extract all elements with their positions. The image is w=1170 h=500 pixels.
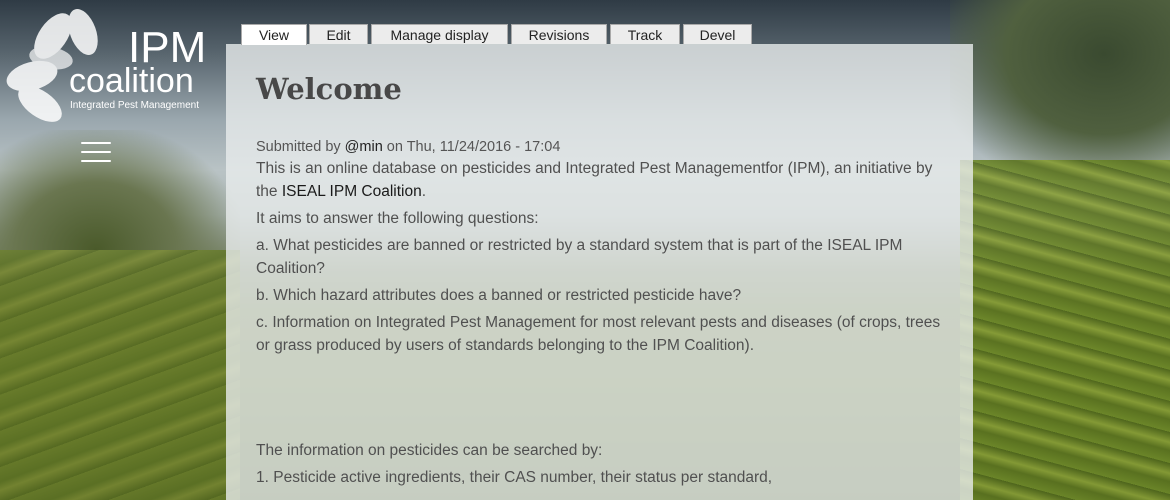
iseal-coalition-link[interactable]: ISEAL IPM Coalition <box>282 183 422 200</box>
aims-paragraph: It aims to answer the following question… <box>256 210 539 227</box>
hamburger-menu-icon[interactable] <box>81 142 111 162</box>
tab-revisions[interactable]: Revisions <box>511 24 607 44</box>
tab-track[interactable]: Track <box>610 24 680 44</box>
leaf-petals-icon: IPM coalition Integrated Pest Management <box>6 9 206 122</box>
question-a: a. What pesticides are banned or restric… <box>256 237 903 277</box>
author-link[interactable]: @min <box>345 139 383 155</box>
search-item-1: 1. Pesticide active ingredients, their C… <box>256 469 773 486</box>
tab-devel[interactable]: Devel <box>683 24 752 44</box>
site-logo[interactable]: IPM coalition Integrated Pest Management <box>5 4 220 124</box>
background-terrace-left <box>0 250 240 500</box>
question-c: c. Information on Integrated Pest Manage… <box>256 314 941 354</box>
menu-bar <box>81 142 111 144</box>
submitted-prefix: Submitted by <box>256 139 341 155</box>
submitted-line: Submitted by @min on Thu, 11/24/2016 - 1… <box>256 137 946 157</box>
background-hill-left <box>0 130 240 250</box>
tab-manage-display[interactable]: Manage display <box>371 24 508 44</box>
logo-title-line2: coalition <box>69 62 194 100</box>
logo-tagline: Integrated Pest Management <box>70 100 199 111</box>
intro-paragraph: This is an online database on pesticides… <box>256 157 946 203</box>
menu-bar <box>81 160 111 162</box>
background-hill-right <box>950 0 1170 180</box>
submitted-date: on Thu, 11/24/2016 - 17:04 <box>386 139 561 155</box>
node-body: Submitted by @min on Thu, 11/24/2016 - 1… <box>256 137 946 493</box>
question-b: b. Which hazard attributes does a banned… <box>256 287 742 304</box>
page-title: Welcome <box>256 72 402 106</box>
intro-end: . <box>421 183 427 200</box>
tab-edit[interactable]: Edit <box>309 24 368 44</box>
menu-bar <box>81 151 111 153</box>
tab-view[interactable]: View <box>241 24 307 45</box>
search-intro: The information on pesticides can be sea… <box>256 442 603 459</box>
background-terrace-right <box>960 160 1170 500</box>
